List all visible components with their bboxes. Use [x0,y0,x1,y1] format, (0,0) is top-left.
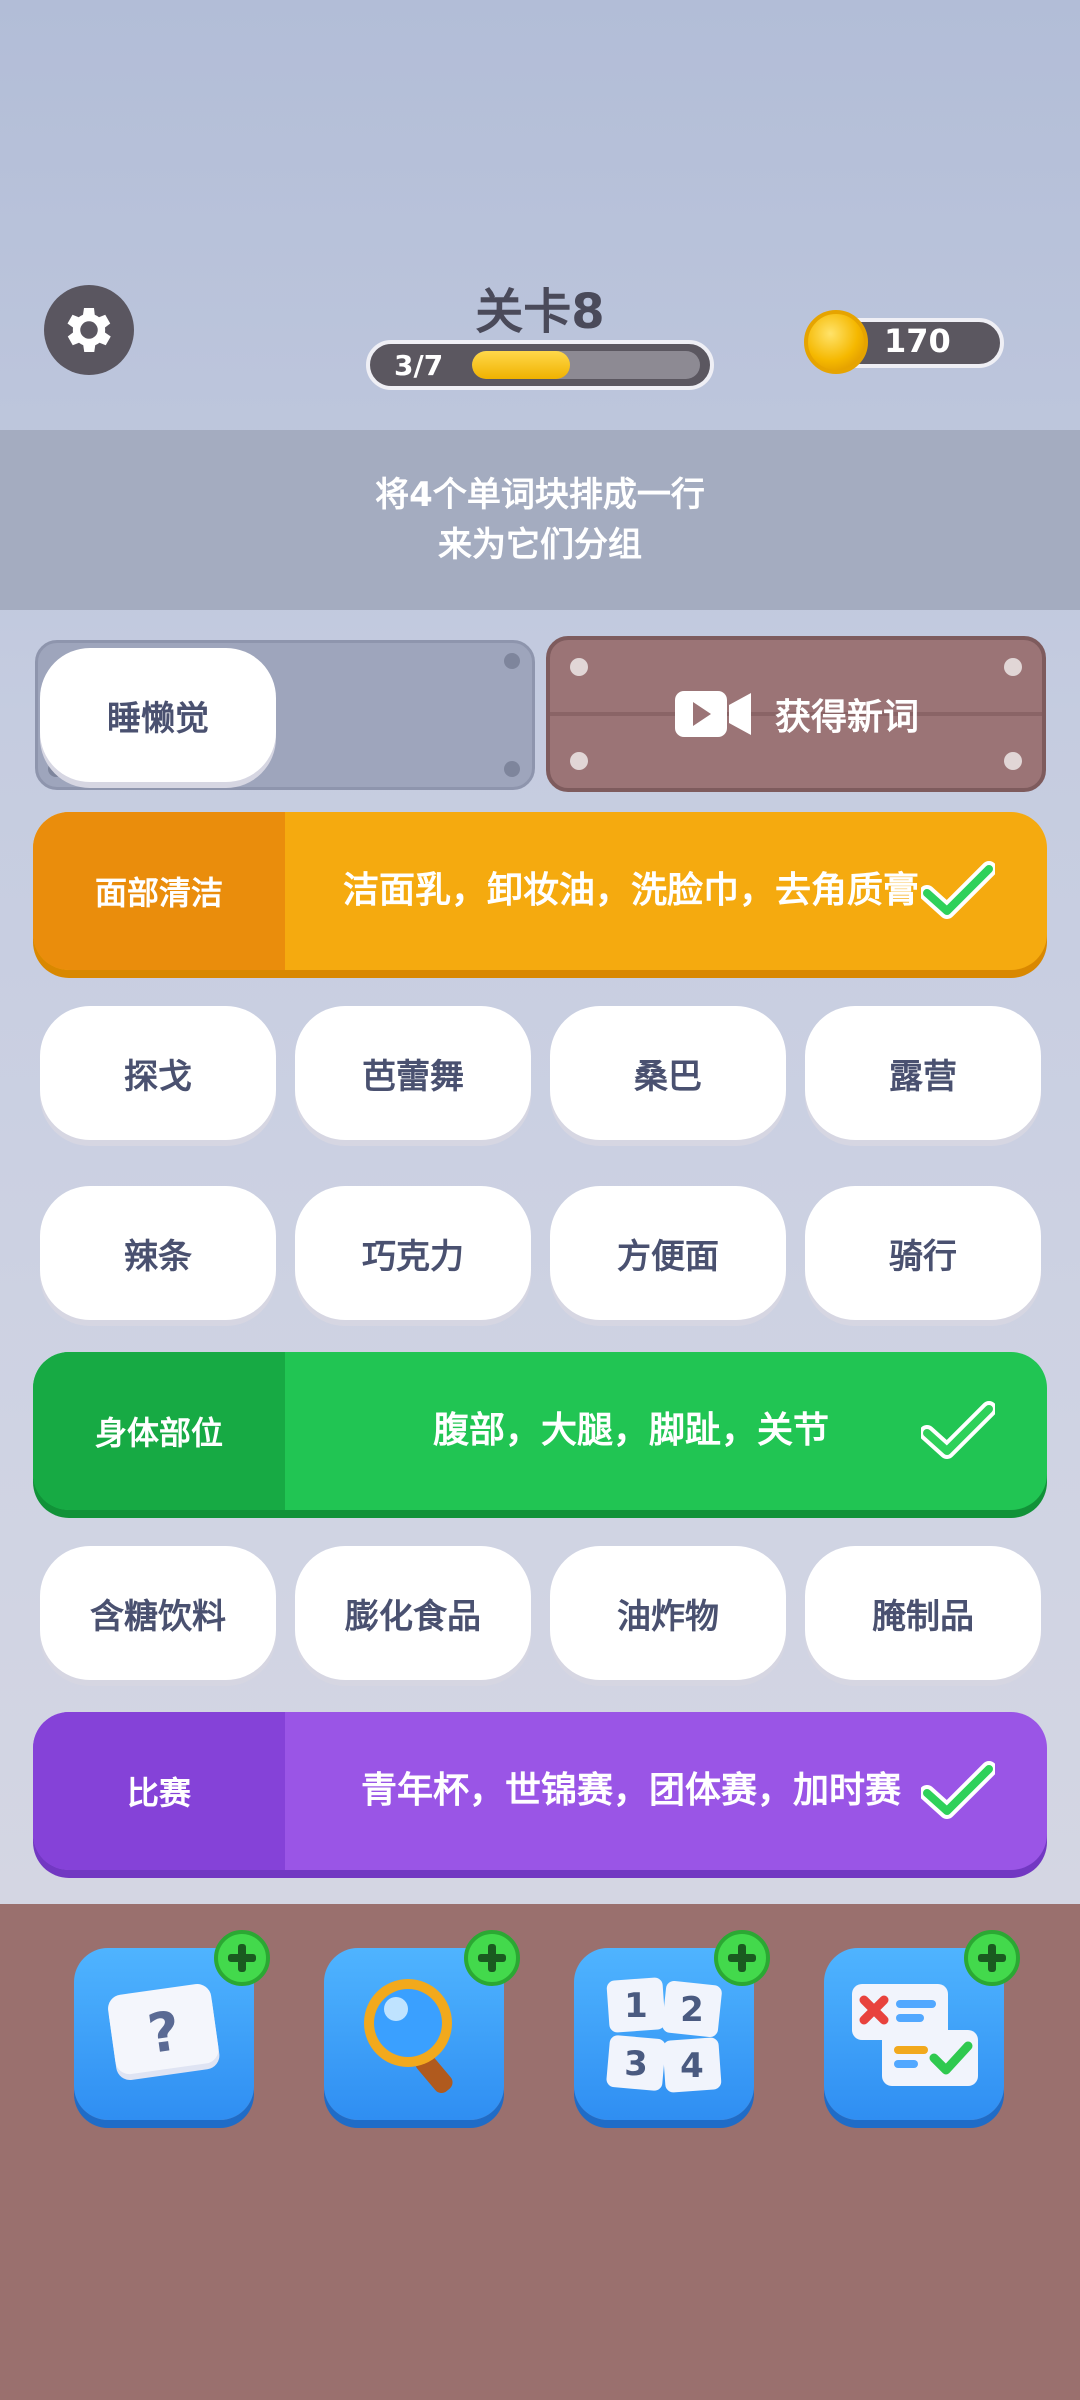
plus-icon [228,1944,256,1972]
slot-rivet [504,761,520,777]
magnifier-icon [364,1979,453,2094]
video-camera-icon [674,691,751,737]
group-category: 面部清洁 [33,812,285,970]
word-tile[interactable]: 桑巴 [550,1006,786,1140]
plus-icon [728,1944,756,1972]
question-card-icon: ? [108,1984,220,2081]
add-check-button[interactable] [964,1930,1020,1986]
word-tile[interactable]: 辣条 [40,1186,276,1320]
word-tile[interactable]: 方便面 [550,1186,786,1320]
instruction-banner: 将4个单词块排成一行 来为它们分组 [0,430,1080,610]
add-shuffle-button[interactable] [714,1930,770,1986]
svg-text:1: 1 [624,1986,648,2026]
svg-text:2: 2 [680,1990,704,2030]
word-tile[interactable]: 骑行 [805,1186,1041,1320]
svg-text:3: 3 [624,2044,648,2084]
get-new-word-label: 获得新词 [774,697,919,738]
word-tile[interactable]: 巧克力 [295,1186,531,1320]
group-category: 身体部位 [33,1352,285,1510]
word-tile[interactable]: 探戈 [40,1006,276,1140]
word-tile[interactable]: 腌制品 [805,1546,1041,1680]
progress-track [472,351,700,379]
selected-word-tile[interactable]: 睡懒觉 [40,648,276,782]
word-tile[interactable]: 含糖饮料 [40,1546,276,1680]
coin-count: 170 [884,322,951,360]
check-booster-button[interactable] [824,1930,1020,2120]
group-category: 比赛 [33,1712,285,1870]
magnifier-booster-button[interactable] [324,1930,520,2120]
instruction-line-2: 来为它们分组 [438,525,642,565]
word-tile[interactable]: 露营 [805,1006,1041,1140]
instruction-line-1: 将4个单词块排成一行 [375,475,705,515]
svg-text:4: 4 [680,2046,704,2086]
progress-text: 3/7 [394,348,444,382]
shuffle-booster-button[interactable]: 1 2 3 4 [574,1930,770,2120]
solved-group-competition: 比赛 青年杯，世锦赛，团体赛，加时赛 [33,1712,1047,1870]
level-progress-bar: 3/7 [366,340,714,390]
checkmark-icon [921,861,995,919]
plus-icon [478,1944,506,1972]
slot-rivet [504,653,520,669]
solved-group-face-cleansing: 面部清洁 洁面乳，卸妆油，洗脸巾，去角质膏 [33,812,1047,970]
word-tile[interactable]: 芭蕾舞 [295,1006,531,1140]
plus-icon [978,1944,1006,1972]
checkmark-icon [921,1761,995,1819]
get-new-word-button[interactable]: 获得新词 [546,636,1046,792]
solved-group-body-parts: 身体部位 腹部，大腿，脚趾，关节 [33,1352,1047,1510]
number-cards-icon: 1 2 3 4 [606,1977,722,2093]
word-tile[interactable]: 油炸物 [550,1546,786,1680]
add-hint-button[interactable] [214,1930,270,1986]
coin-icon [804,310,868,374]
nail [1004,752,1022,770]
nail [570,752,588,770]
nail [1004,658,1022,676]
check-list-icon [852,1984,978,2086]
word-tile[interactable]: 膨化食品 [295,1546,531,1680]
hint-booster-button[interactable]: ? [74,1930,270,2120]
add-magnifier-button[interactable] [464,1930,520,1986]
nail [570,658,588,676]
checkmark-icon [921,1401,995,1459]
progress-fill [472,351,571,379]
